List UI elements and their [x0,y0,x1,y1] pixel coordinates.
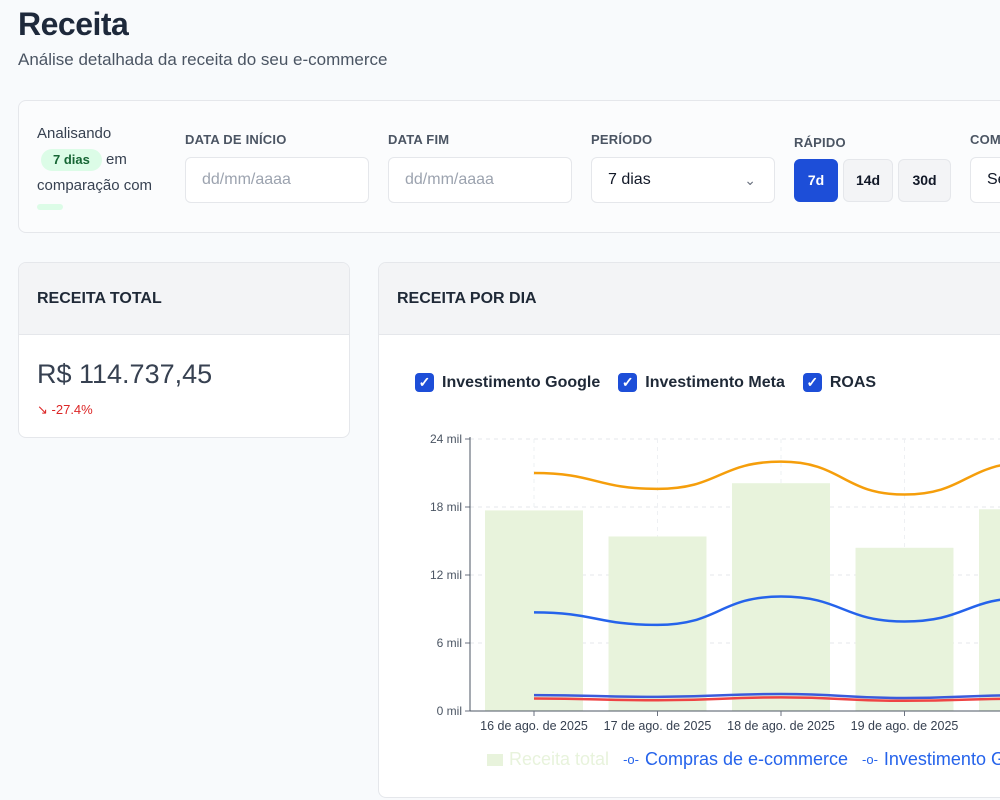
y-tick-label: 12 mil [430,568,462,582]
total-revenue-value: R$ 114.737,45 [37,359,213,389]
revenue-by-day-title: RECEITA POR DIA [379,263,1000,335]
revenue-delta-value: -27.4% [51,402,93,417]
comparison-pill [37,204,63,210]
period-select-value: 7 dias [608,171,651,188]
toggle-google-label: Investimento Google [442,373,601,391]
series-toggles: ✓ Investimento Google ✓ Investimento Met… [415,373,876,392]
quick-7d-button[interactable]: 7d [794,159,838,202]
compare-label: COM [970,132,1000,147]
line-marker-icon: -o- [623,752,639,767]
trend-down-icon: ↘ [37,402,48,417]
checkbox-checked-icon[interactable]: ✓ [415,373,434,392]
compare-select[interactable]: Se [970,157,1000,203]
chevron-down-icon: ⌄ [744,172,756,188]
bar [855,547,954,711]
y-tick-label: 24 mil [430,432,462,446]
legend-item-purchases[interactable]: -o- Compras de e-commerce [623,749,848,770]
period-label: PERÍODO [591,132,653,147]
toggle-google-investment[interactable]: ✓ Investimento Google [415,373,600,392]
x-tick-label: 17 de ago. de 2025 [604,719,712,733]
x-tick-label: 18 de ago. de 2025 [727,719,835,733]
toggle-meta-label: Investimento Meta [645,373,785,391]
days-pill: 7 dias [41,149,102,171]
revenue-delta: ↘ -27.4% [37,402,93,418]
total-revenue-card: RECEITA TOTAL R$ 114.737,45 ↘ -27.4% [18,262,350,438]
legend-item-google[interactable]: -o- Investimento G [862,749,1000,770]
start-date-label: DATA DE INÍCIO [185,132,287,147]
quick-30d-button[interactable]: 30d [898,159,951,202]
end-date-label: DATA FIM [388,132,450,147]
legend-label: Investimento G [883,749,1000,769]
revenue-chart: 0 mil 6 mil 12 mil 18 mil 24 mil 16 de ago. d… [430,432,1000,733]
legend-swatch [487,753,503,766]
end-date-input[interactable]: dd/mm/aaaa [388,157,572,203]
legend-item-revenue[interactable]: Receita total [487,749,609,770]
checkbox-checked-icon[interactable]: ✓ [618,373,638,392]
legend-label: Compras de e-commerce [644,749,849,769]
quick-label: RÁPIDO [794,135,846,150]
y-tick-label: 0 mil [437,704,462,718]
page-title: Receita [18,6,129,42]
analyzing-prefix: Analisando [37,125,112,142]
total-revenue-title: RECEITA TOTAL [19,263,349,335]
quick-14d-button[interactable]: 14d [843,159,893,202]
bar [485,510,583,711]
y-tick-label: 6 mil [437,636,462,650]
bar [979,509,1000,711]
start-date-input[interactable]: dd/mm/aaaa [185,157,369,203]
x-tick-label: 16 de ago. de 2025 [480,719,588,733]
filter-bar: Analisando 7 dias em comparação com DATA… [18,100,1000,233]
analyzing-suffix: comparação com [37,177,153,194]
legend-label: Receita total [509,749,610,769]
x-tick-label: 19 de ago. de 2025 [851,719,959,733]
line-marker-icon: -o- [862,752,878,767]
revenue-by-day-card: RECEITA POR DIA ✓ Investimento Google ✓ … [378,262,1000,798]
chart-legend: Receita total -o- Compras de e-commerce … [487,749,1000,770]
checkbox-checked-icon[interactable]: ✓ [802,373,822,392]
analysis-summary: Analisando 7 dias em comparação com [37,121,177,199]
y-tick-label: 18 mil [430,500,462,514]
toggle-roas[interactable]: ✓ ROAS [802,373,877,392]
toggle-meta-investment[interactable]: ✓ Investimento Meta [618,373,785,392]
analyzing-mid: em [106,151,127,168]
toggle-roas-label: ROAS [829,373,877,391]
period-select[interactable]: 7 dias ⌄ [591,157,775,203]
page-subtitle: Análise detalhada da receita do seu e-co… [18,50,388,69]
